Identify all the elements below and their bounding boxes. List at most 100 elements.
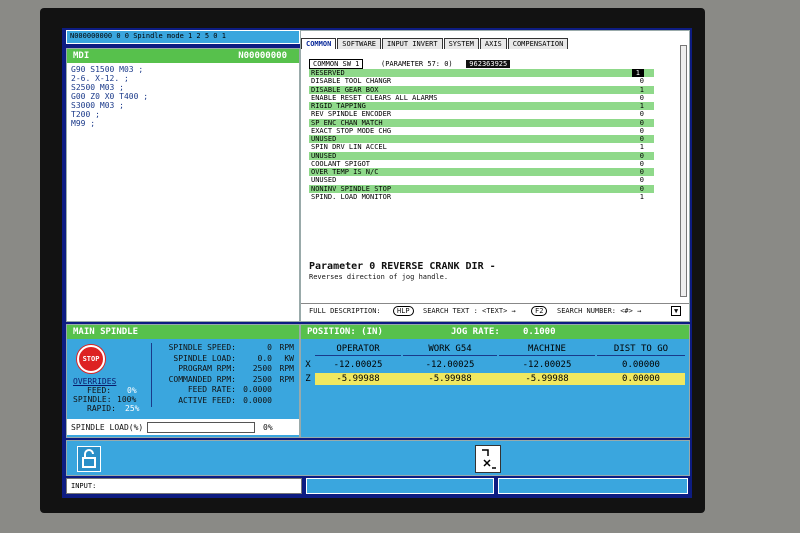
parameter-row-value: 0 [639, 184, 644, 193]
parameter-row-label: EXACT STOP MODE CHG [311, 126, 392, 135]
rapid-override-label: RAPID: [87, 404, 116, 413]
parameter-row[interactable]: RIGID TAPPING 1 [309, 102, 654, 110]
full-description-label: FULL DESCRIPTION: [309, 307, 381, 315]
scrollbar[interactable] [680, 45, 687, 297]
spindle-stat-value: 0.0 [257, 353, 272, 363]
feed-override-label: FEED: [87, 386, 112, 395]
position-value[interactable]: -5.99988 [403, 373, 497, 385]
tab-bar: COMMON SOFTWARE INPUT INVERT SYSTEM AXIS COMP… [301, 31, 569, 49]
parameter-row-value: 0 [639, 176, 644, 185]
spindle-title: MAIN SPINDLE [73, 327, 139, 337]
position-value[interactable]: -12.00025 [499, 359, 595, 371]
spindle-load-bar-row: SPINDLE LOAD(%) 0% [67, 419, 299, 435]
input-bar: INPUT: [66, 478, 688, 494]
spindle-stat-label: SPINDLE LOAD: [173, 353, 236, 363]
parameter-row-label: DISABLE GEAR BOX [311, 85, 379, 94]
stop-button[interactable]: STOP [77, 345, 105, 373]
parameter-row[interactable]: SPIND. LOAD MONITOR 1 [309, 193, 654, 201]
spindle-stat-unit: KW [284, 353, 294, 363]
parameter-row[interactable]: EXACT STOP MODE CHG 0 [309, 127, 654, 135]
parameter-row-label: DISABLE TOOL CHANGR [311, 77, 392, 86]
position-value[interactable]: -12.00025 [315, 359, 401, 371]
mdi-header: MDI N00000000 [67, 49, 299, 63]
help-bar: FULL DESCRIPTION: HLP SEARCH TEXT : <TEX… [301, 303, 689, 318]
common-sw-label: COMMON SW 1 [309, 59, 364, 69]
position-column-header: MACHINE [499, 343, 595, 356]
tab-input-invert[interactable]: INPUT INVERT [382, 38, 443, 49]
parameter-row[interactable]: DISABLE TOOL CHANGR 0 [309, 77, 654, 85]
lock-icon[interactable] [77, 446, 101, 472]
spindle-stat-label: COMMANDED RPM: [168, 374, 236, 384]
top-status-bar: N000000000 0 0 Spindle mode 1 2 5 0 1 [66, 30, 300, 44]
help-key[interactable]: HLP [393, 306, 414, 316]
position-value[interactable]: 0.00000 [597, 373, 685, 385]
position-value[interactable]: -5.99988 [315, 373, 401, 385]
tab-axis[interactable]: AXIS [479, 38, 507, 49]
parameter-row[interactable]: OVER TEMP IS N/C 0 [309, 168, 654, 176]
parameter-row-value: 0 [639, 110, 644, 119]
common-sw-header: COMMON SW 1 (PARAMETER 57: 0) 962363925 [309, 51, 511, 69]
parameter-row-value: 1 [639, 143, 644, 152]
tab-common[interactable]: COMMON [301, 38, 337, 49]
position-value[interactable]: 0.00000 [597, 359, 685, 371]
search-text-label: SEARCH TEXT : <TEXT> → [423, 307, 516, 315]
spindle-stat-unit: RPM [279, 343, 294, 352]
spindle-override-value: 100% [117, 395, 137, 404]
parameter-row-value: 0 [639, 93, 644, 102]
parameter-value[interactable]: 962363925 [466, 60, 511, 68]
status-text: N000000000 0 0 Spindle mode 1 2 5 0 1 [70, 32, 226, 40]
spindle-stat-value: 2500 [252, 374, 272, 384]
position-column-header: WORK G54 [403, 343, 497, 356]
parameter-row-label: SPIND. LOAD MONITOR [311, 192, 392, 201]
parameter-row-value: 1 [639, 192, 644, 201]
parameter-row[interactable]: SP ENC CHAN MATCH 0 [309, 118, 654, 127]
parameter-row-label: RESERVED [311, 69, 345, 77]
parameter-row[interactable]: UNUSED 0 [309, 151, 654, 160]
parameter-row[interactable]: ENABLE RESET CLEARS ALL ALARMS 0 [309, 94, 654, 102]
parameter-row[interactable]: REV SPINDLE ENCODER 0 [309, 110, 654, 118]
parameter-row[interactable]: DISABLE GEAR BOX 1 [309, 85, 654, 94]
parameter-row[interactable]: UNUSED 0 [309, 135, 654, 143]
spindle-stat-unit: RPM [279, 374, 294, 384]
parameter-row-value: 0 [639, 77, 644, 86]
parameter-row-value: 0 [639, 126, 644, 135]
axis-origin-icon[interactable] [475, 445, 501, 473]
tab-software[interactable]: SOFTWARE [337, 38, 382, 49]
position-value[interactable]: -5.99988 [499, 373, 595, 385]
spindle-load-bar [147, 422, 255, 433]
input-field[interactable]: INPUT: [66, 478, 302, 494]
spindle-stat-label: SPINDLE SPEED: [168, 343, 236, 352]
parameter-row[interactable]: COOLANT SPIGOT 0 [309, 160, 654, 168]
overrides-label: OVERRIDES [73, 377, 117, 386]
position-value[interactable]: -12.00025 [403, 359, 497, 371]
input-label: INPUT: [71, 482, 97, 490]
parameter-number: (PARAMETER 57: 0) [381, 60, 453, 68]
mdi-code-editor[interactable]: G90 S1500 M03 ; 2-6. X-12. ; S2500 M03 ;… [67, 63, 299, 130]
tab-system[interactable]: SYSTEM [443, 38, 479, 49]
tab-compensation[interactable]: COMPENSATION [507, 38, 569, 49]
mdi-panel: MDI N00000000 G90 S1500 M03 ; 2-6. X-12.… [66, 48, 300, 322]
dropdown-arrow-icon[interactable]: ▼ [671, 306, 682, 316]
parameter-row-label: RIGID TAPPING [311, 102, 366, 110]
parameter-row-label: UNUSED [311, 151, 337, 160]
parameter-row-label: ENABLE RESET CLEARS ALL ALARMS [311, 93, 438, 102]
spindle-override-label: SPINDLE: [73, 395, 112, 404]
f2-key[interactable]: F2 [531, 306, 548, 316]
spindle-stat-label: ACTIVE FEED: [178, 395, 236, 405]
position-title: POSITION: (IN) [307, 327, 383, 337]
parameter-row-label: OVER TEMP IS N/C [311, 168, 379, 176]
parameter-row-label: UNUSED [311, 135, 337, 143]
parameter-row[interactable]: RESERVED 1 [309, 69, 654, 77]
jog-rate-label: JOG RATE: [451, 327, 500, 337]
parameter-row-value: 1 [631, 69, 644, 77]
parameter-row[interactable]: UNUSED 0 [309, 176, 654, 184]
parameter-row-value: 1 [639, 85, 644, 94]
parameter-row-value: 0 [639, 168, 644, 176]
parameter-row[interactable]: SPIN DRV LIN ACCEL 1 [309, 143, 654, 151]
position-panel: POSITION: (IN) JOG RATE: 0.1000 OPERATOR… [300, 324, 690, 438]
mdi-program-number: N00000000 [238, 51, 287, 61]
parameter-row[interactable]: NONINV SPINDLE STOP 0 [309, 184, 654, 193]
parameter-description: Reverses direction of jog handle. [309, 273, 449, 281]
spindle-stat-value: 0 [267, 343, 272, 352]
spindle-load-value: 0% [263, 423, 273, 432]
